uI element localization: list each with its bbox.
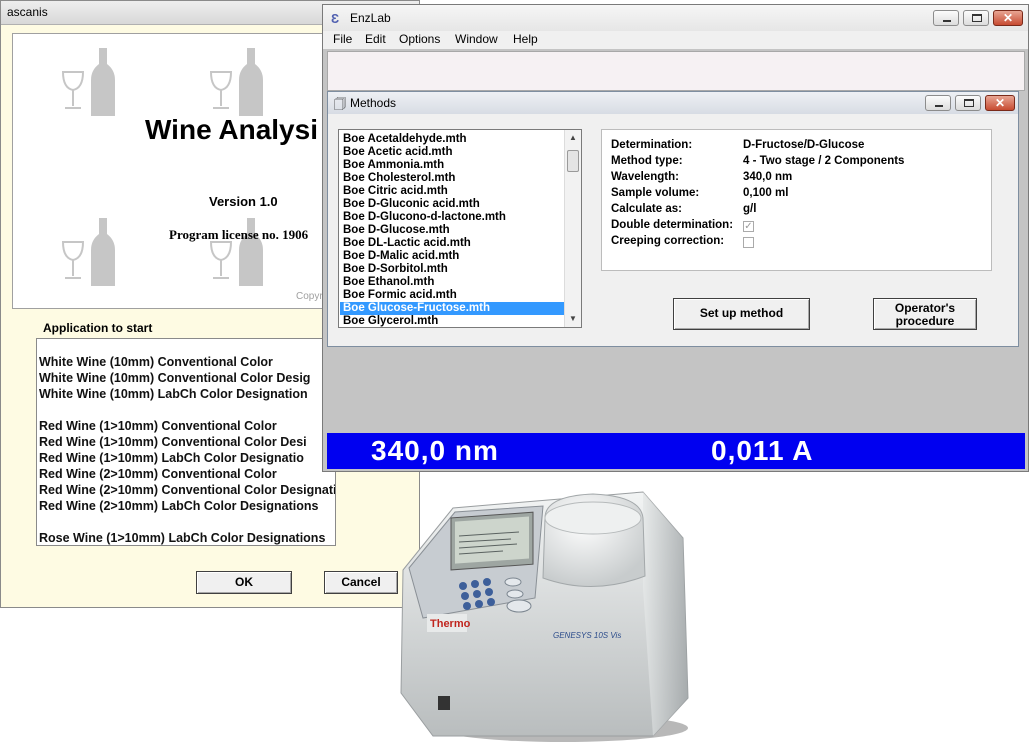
license-text: Program license no. 1906: [169, 227, 309, 242]
wine-bottle-icon: [209, 218, 263, 286]
method-item-selected[interactable]: Boe Glucose-Fructose.mth: [340, 302, 564, 315]
status-bar: 340,0 nm 0,011 A: [327, 433, 1025, 469]
enzlab-app-icon: Ɛ: [331, 11, 340, 26]
list-item[interactable]: Red Wine (2>10mm) LabCh Color Designatio…: [39, 498, 318, 514]
wine-bottle-icon: [61, 218, 115, 286]
window-title: ascanis: [7, 5, 48, 19]
method-item[interactable]: Boe D-Gluconic acid.mth: [340, 198, 564, 211]
method-list-scrollbar[interactable]: ▲ ▼: [564, 130, 581, 327]
method-item[interactable]: Boe Ethanol.mth: [340, 276, 564, 289]
spectrophotometer-image: Thermo GENESYS 10S Vis: [400, 491, 689, 742]
splash-title: Wine Analysi: [145, 114, 318, 145]
method-item[interactable]: Boe D-Malic acid.mth: [340, 250, 564, 263]
method-item[interactable]: Boe Cholesterol.mth: [340, 172, 564, 185]
close-icon: ✕: [994, 96, 1006, 110]
calculate-as-label: Calculate as:: [611, 203, 682, 215]
method-item[interactable]: Boe Glycerol.mth: [340, 315, 564, 327]
wine-bottle-icon: [209, 48, 263, 116]
list-item[interactable]: Red Wine (1>10mm) Conventional Color: [39, 418, 277, 434]
minimize-button[interactable]: [933, 10, 959, 26]
menu-file[interactable]: File: [333, 32, 352, 46]
method-item[interactable]: Boe Acetic acid.mth: [340, 146, 564, 159]
model-label: GENESYS 10S Vis: [553, 631, 621, 640]
absorbance-readout: 0,011 A: [711, 435, 814, 466]
method-item[interactable]: Boe D-Sorbitol.mth: [340, 263, 564, 276]
menu-edit[interactable]: Edit: [365, 32, 386, 46]
cancel-button[interactable]: Cancel: [324, 571, 398, 594]
brand-logo: Thermo: [430, 618, 471, 630]
creeping-correction-checkbox[interactable]: [743, 237, 754, 248]
method-type-label: Method type:: [611, 155, 683, 167]
sample-volume-label: Sample volume:: [611, 187, 700, 199]
determination-label: Determination:: [611, 139, 693, 151]
version-text: Version 1.0: [209, 194, 278, 209]
list-item[interactable]: White Wine (10mm) Conventional Color Des…: [39, 370, 310, 386]
window-title: EnzLab: [350, 11, 391, 25]
determination-value: D-Fructose/D-Glucose: [743, 139, 865, 151]
list-item[interactable]: Red Wine (1>10mm) LabCh Color Designatio: [39, 450, 304, 466]
list-item[interactable]: Red Wine (2>10mm) Conventional Color Des…: [39, 482, 335, 498]
method-item[interactable]: Boe Formic acid.mth: [340, 289, 564, 302]
method-type-value: 4 - Two stage / 2 Components: [743, 155, 905, 167]
list-item[interactable]: Red Wine (2>10mm) Conventional Color: [39, 466, 277, 482]
scroll-thumb[interactable]: [567, 150, 579, 172]
title-bar[interactable]: Ɛ EnzLab ✕: [323, 5, 1028, 31]
operator-label-line2: procedure: [895, 314, 955, 328]
menu-help[interactable]: Help: [513, 32, 538, 46]
method-item[interactable]: Boe D-Glucose.mth: [340, 224, 564, 237]
setup-method-button[interactable]: Set up method: [673, 298, 810, 330]
maximize-button[interactable]: [955, 95, 981, 111]
enzlab-window: Ɛ EnzLab ✕ File Edit Options Window Help…: [322, 4, 1029, 472]
methods-title-bar[interactable]: 🗍 Methods ✕: [328, 92, 1018, 114]
maximize-button[interactable]: [963, 10, 989, 26]
method-item[interactable]: Boe Citric acid.mth: [340, 185, 564, 198]
methods-title: Methods: [350, 96, 397, 110]
wine-bottle-icon: [61, 48, 115, 116]
wavelength-readout: 340,0 nm: [371, 435, 499, 466]
menu-options[interactable]: Options: [399, 32, 440, 46]
ok-button[interactable]: OK: [196, 571, 292, 594]
list-item[interactable]: Rose Wine (1>10mm) LabCh Color Designati…: [39, 530, 325, 545]
minimize-button[interactable]: [925, 95, 951, 111]
method-item[interactable]: Boe Acetaldehyde.mth: [340, 133, 564, 146]
methods-window: 🗍 Methods ✕ Boe Acetaldehyde.mth Boe Ace…: [327, 91, 1019, 347]
maximize-icon: [972, 14, 982, 22]
close-icon: ✕: [1002, 11, 1014, 25]
method-item[interactable]: Boe D-Glucono-d-lactone.mth: [340, 211, 564, 224]
calculate-as-value: g/l: [743, 203, 757, 215]
application-list[interactable]: White Wine (10mm) Conventional Color Whi…: [36, 338, 336, 546]
method-item[interactable]: Boe DL-Lactic acid.mth: [340, 237, 564, 250]
list-item[interactable]: Red Wine (1>10mm) Conventional Color Des…: [39, 434, 307, 450]
double-determination-label: Double determination:: [611, 219, 734, 231]
minimize-icon: [943, 20, 951, 22]
splash-panel: Wine Analysi Version 1.0 Program license…: [12, 33, 342, 309]
scroll-down-icon[interactable]: ▼: [565, 311, 581, 327]
copyright-text: Copyr: [296, 291, 323, 302]
method-item[interactable]: Boe Ammonia.mth: [340, 159, 564, 172]
wavelength-label: Wavelength:: [611, 171, 679, 183]
close-button[interactable]: ✕: [993, 10, 1023, 26]
method-list[interactable]: Boe Acetaldehyde.mth Boe Acetic acid.mth…: [338, 129, 582, 328]
methods-icon: 🗍: [334, 97, 346, 111]
minimize-icon: [935, 105, 943, 107]
operators-procedure-button[interactable]: Operator's procedure: [873, 298, 977, 330]
sample-volume-value: 0,100 ml: [743, 187, 789, 199]
maximize-icon: [964, 99, 974, 107]
wavelength-value: 340,0 nm: [743, 171, 793, 183]
list-item[interactable]: White Wine (10mm) Conventional Color: [39, 354, 273, 370]
double-determination-checkbox[interactable]: ✓: [743, 221, 754, 232]
method-details: Determination: D-Fructose/D-Glucose Meth…: [601, 129, 992, 271]
list-item[interactable]: White Wine (10mm) LabCh Color Designatio…: [39, 386, 308, 402]
creeping-correction-label: Creeping correction:: [611, 235, 725, 247]
menu-bar: File Edit Options Window Help: [323, 31, 1028, 49]
application-label: Application to start: [43, 321, 153, 335]
scroll-up-icon[interactable]: ▲: [565, 130, 581, 146]
close-button[interactable]: ✕: [985, 95, 1015, 111]
toolbar-area: [327, 51, 1025, 91]
menu-window[interactable]: Window: [455, 32, 498, 46]
